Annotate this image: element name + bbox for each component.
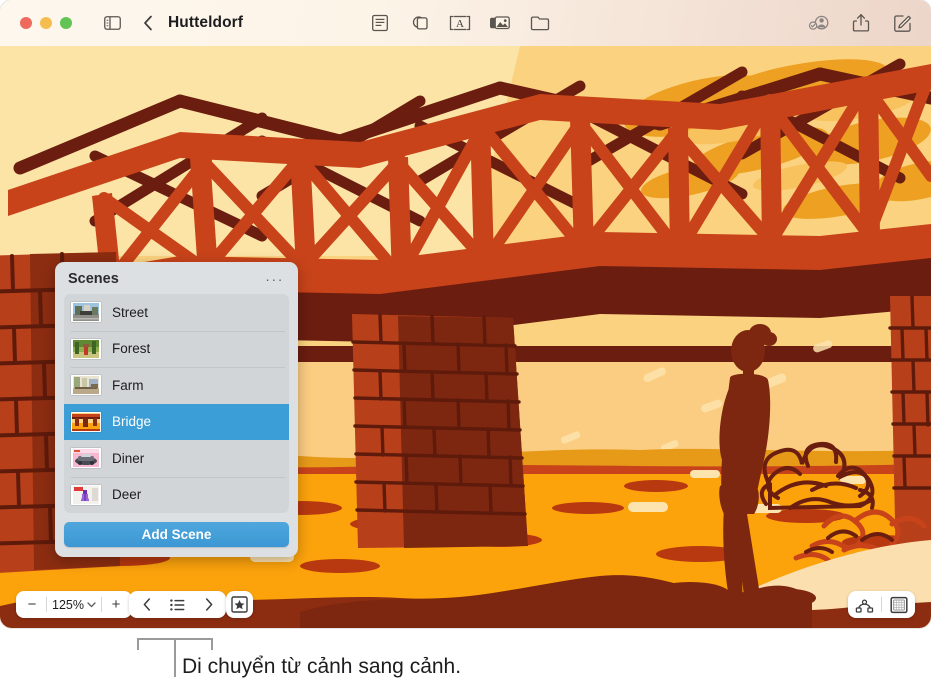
- list-item[interactable]: Forest: [64, 331, 289, 368]
- folder-icon[interactable]: [528, 11, 552, 35]
- scene-thumbnail-farm: [71, 375, 101, 395]
- callout-caption: Di chuyển từ cảnh sang cảnh.: [182, 655, 461, 679]
- chevron-down-icon[interactable]: [87, 602, 101, 608]
- scene-list: Street: [64, 294, 289, 513]
- traffic-lights: [20, 17, 72, 29]
- presentation-icon[interactable]: [882, 591, 915, 618]
- next-scene-button[interactable]: [193, 591, 224, 618]
- scene-label: Forest: [112, 341, 150, 356]
- scene-navigation-controls: [129, 591, 226, 618]
- text-box-icon[interactable]: A: [448, 11, 472, 35]
- scene-label: Deer: [112, 487, 141, 502]
- page-title: Hutteldorf: [168, 14, 243, 32]
- scene-thumbnail-forest: [71, 339, 101, 359]
- app-window: Hutteldorf: [0, 0, 931, 628]
- scene-list-button[interactable]: [162, 591, 193, 618]
- star-in-box-icon[interactable]: [226, 591, 253, 618]
- popover-header: Scenes ···: [55, 262, 298, 294]
- screenshot-root: Hutteldorf: [0, 0, 931, 697]
- title-bar: Hutteldorf: [0, 0, 931, 46]
- scene-thumbnail-diner: [71, 448, 101, 468]
- callout-stem: [174, 638, 176, 677]
- previous-scene-button[interactable]: [131, 591, 162, 618]
- popover-title: Scenes: [68, 271, 119, 287]
- media-icon[interactable]: [488, 11, 512, 35]
- list-item[interactable]: Farm: [64, 367, 289, 404]
- document-icon[interactable]: [368, 11, 392, 35]
- zoom-out-button[interactable]: −: [18, 591, 46, 618]
- scene-thumbnail-street: [71, 302, 101, 322]
- scene-label: Diner: [112, 451, 144, 466]
- svg-text:A: A: [456, 18, 464, 30]
- scene-label: Street: [112, 305, 148, 320]
- list-item[interactable]: Diner: [64, 440, 289, 477]
- close-window-button[interactable]: [20, 17, 32, 29]
- list-item-selected[interactable]: Bridge: [64, 404, 289, 441]
- scenes-popover: Scenes ···: [55, 262, 298, 557]
- share-icon[interactable]: [849, 11, 873, 35]
- zoom-level-value[interactable]: 125%: [47, 598, 87, 612]
- scene-thumbnail-bridge: [71, 412, 101, 432]
- toolbar-center: A: [368, 11, 552, 35]
- view-controls: [848, 591, 915, 618]
- add-scene-button[interactable]: Add Scene: [64, 522, 289, 547]
- collaborate-icon[interactable]: [807, 11, 831, 35]
- toolbar-right: [807, 11, 915, 35]
- scene-label: Bridge: [112, 414, 151, 429]
- zoom-controls: − 125% +: [16, 591, 132, 618]
- list-item[interactable]: Deer: [64, 477, 289, 514]
- callout-annotation: Di chuyển từ cảnh sang cảnh.: [0, 628, 931, 697]
- zoom-in-button[interactable]: +: [102, 591, 130, 618]
- minimize-window-button[interactable]: [40, 17, 52, 29]
- scene-thumbnail-deer: [71, 485, 101, 505]
- back-button[interactable]: [136, 11, 160, 35]
- connections-icon[interactable]: [848, 591, 881, 618]
- compose-icon[interactable]: [891, 11, 915, 35]
- scene-label: Farm: [112, 378, 144, 393]
- shapes-icon[interactable]: [408, 11, 432, 35]
- more-options-icon[interactable]: ···: [265, 275, 284, 283]
- list-item[interactable]: Street: [64, 294, 289, 331]
- sidebar-icon[interactable]: [100, 11, 124, 35]
- zoom-window-button[interactable]: [60, 17, 72, 29]
